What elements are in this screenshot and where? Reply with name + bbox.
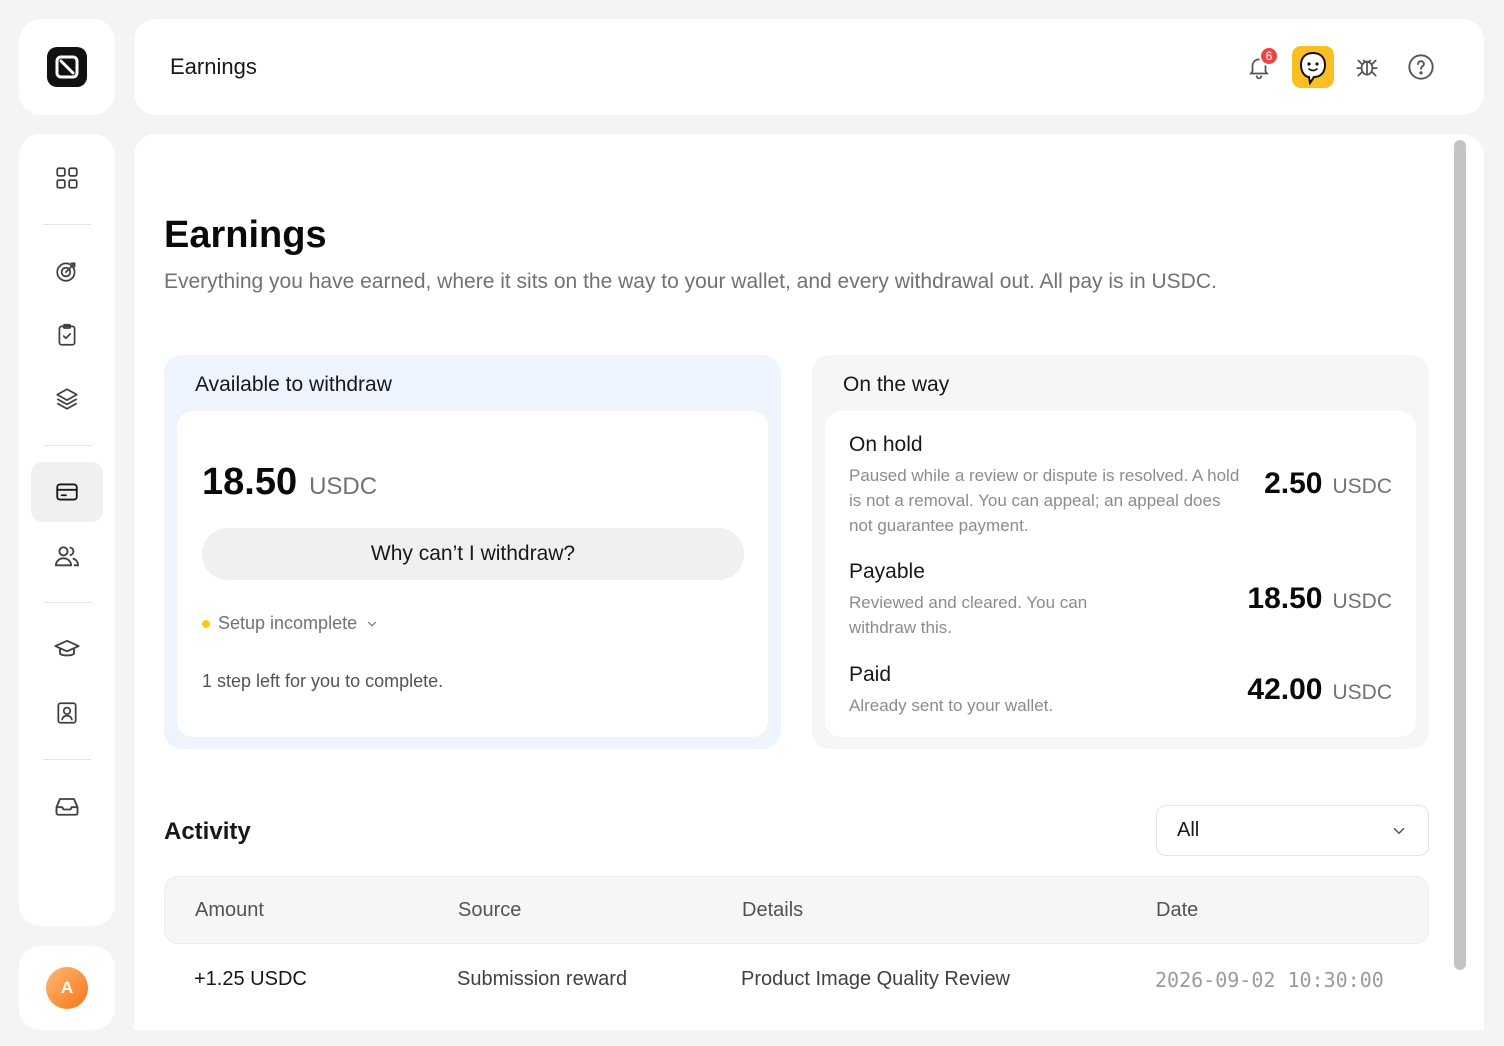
main-content: Earnings Everything you have earned, whe… [134,134,1484,1030]
on-the-way-card: On the way On hold Paused while a review… [812,355,1429,749]
notifications-button[interactable]: 6 [1232,45,1286,89]
logo-icon [55,55,79,79]
nav-divider [43,759,91,760]
target-icon [56,262,76,282]
chevron-down-icon [368,621,377,627]
payable-amount: 18.50 USDC [1247,582,1392,616]
row-details: Product Image Quality Review [741,968,1011,990]
on-hold-amount: 2.50 USDC [1264,467,1392,501]
header-actions: 6 [1232,45,1448,89]
user-card[interactable]: A [19,946,115,1030]
contact-icon [57,702,77,724]
activity-table-header: Amount Source Details Date [164,876,1429,944]
paid-row: Paid Already sent to your wallet. 42.00 … [849,663,1392,718]
notification-badge: 6 [1259,46,1279,66]
nav-learning[interactable] [31,619,103,679]
table-row[interactable]: +1.25 USDC Submission reward Product Ima… [164,944,1429,1020]
layers-icon [56,388,78,410]
user-avatar: A [46,967,88,1009]
nav-dashboard[interactable] [31,148,103,208]
payable-row: Payable Reviewed and cleared. You can wi… [849,560,1392,640]
sidebar [19,134,115,926]
available-amount: 18.50 USDC [202,461,377,504]
report-bug-button[interactable] [1340,45,1394,89]
row-date: 2026-09-02 10:30:00 [1155,968,1384,992]
setup-status-label: Setup incomplete [218,613,358,633]
page-title: Earnings [164,214,327,256]
graduation-cap-icon [54,639,80,657]
nav-divider [43,602,91,603]
nav-projects[interactable] [31,369,103,429]
bug-icon [1356,59,1378,77]
row-amount: +1.25 USDC [194,968,307,990]
on-the-way-panel: On hold Paused while a review or dispute… [825,411,1416,737]
column-header-date[interactable]: Date [1156,899,1198,922]
on-hold-amount-value: 2.50 [1264,467,1323,500]
nav-profile[interactable] [31,683,103,743]
on-hold-description: Paused while a review or dispute is reso… [849,466,1240,535]
face-icon [1299,51,1327,85]
avatar [1292,46,1334,88]
paid-amount: 42.00 USDC [1247,673,1392,707]
inbox-icon [55,798,79,816]
chevron-down-icon [1393,827,1405,834]
nav-tasks[interactable] [31,305,103,365]
top-header: Earnings 6 [134,19,1484,115]
payable-amount-value: 18.50 [1247,582,1323,615]
main-scrollbar[interactable] [1454,140,1466,970]
logo-box[interactable] [19,19,115,115]
help-icon [1408,54,1434,80]
nav-inbox[interactable] [31,776,103,836]
on-the-way-title: On the way [843,373,950,396]
on-hold-label: On hold [849,433,923,456]
activity-filter-select[interactable]: All [1156,805,1429,856]
why-cant-withdraw-button[interactable]: Why can’t I withdraw? [202,528,744,580]
credit-card-icon [56,483,78,501]
setup-status-toggle[interactable]: Setup incomplete [202,613,379,634]
payable-label: Payable [849,560,925,583]
available-panel: 18.50 USDC Why can’t I withdraw? Setup i… [177,411,768,737]
on-hold-amount-unit: USDC [1332,475,1392,498]
row-source: Submission reward [457,968,628,990]
grid-icon [56,167,78,189]
activity-title: Activity [164,818,251,845]
header-title: Earnings [170,54,257,79]
profile-avatar-button[interactable] [1286,45,1340,89]
available-amount-unit: USDC [309,473,378,500]
nav-goals[interactable] [31,241,103,301]
column-header-source[interactable]: Source [458,899,521,922]
column-header-amount[interactable]: Amount [195,899,264,922]
steps-remaining: 1 step left for you to complete. [202,671,444,691]
on-hold-row: On hold Paused while a review or dispute… [849,433,1392,538]
nav-divider [43,445,91,446]
nav-earnings[interactable] [31,462,103,522]
paid-amount-unit: USDC [1332,681,1392,704]
users-icon [54,546,80,567]
paid-amount-value: 42.00 [1247,673,1323,706]
nav-team[interactable] [31,526,103,586]
column-header-details[interactable]: Details [742,899,803,922]
clipboard-check-icon [58,323,76,346]
activity-filter-value: All [1177,819,1200,841]
payable-description: Reviewed and cleared. You can withdraw t… [849,593,1088,637]
app-logo [47,47,87,87]
status-dot [202,619,210,628]
nav-divider [43,224,91,225]
available-title: Available to withdraw [195,373,392,396]
available-card: Available to withdraw 18.50 USDC Why can… [164,355,781,749]
available-amount-value: 18.50 [202,461,298,503]
payable-amount-unit: USDC [1332,590,1392,613]
page-subtitle: Everything you have earned, where it sit… [164,270,1217,293]
help-button[interactable] [1394,45,1448,89]
